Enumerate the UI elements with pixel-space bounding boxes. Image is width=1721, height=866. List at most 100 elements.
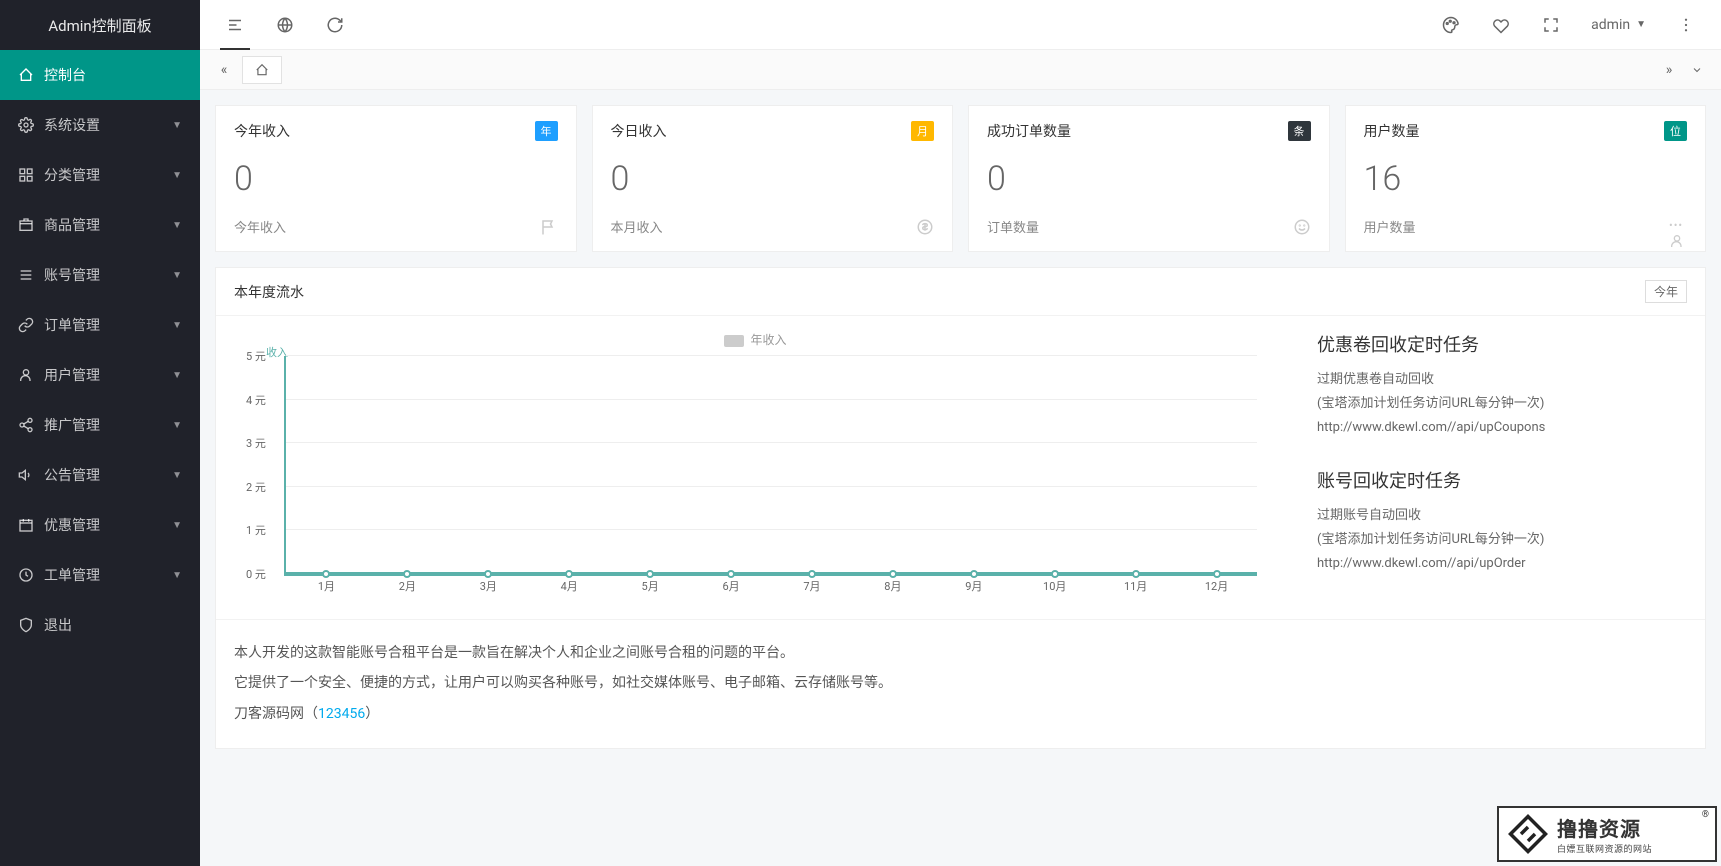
- y-tick-label: 3 元: [246, 435, 1251, 451]
- sidebar-item-coupon[interactable]: 优惠管理 ▼: [0, 500, 200, 550]
- note-button[interactable]: [1476, 0, 1526, 50]
- watermark-main: 撸撸资源: [1557, 813, 1652, 842]
- user-menu[interactable]: admin ▼: [1576, 17, 1661, 33]
- stat-card-users: 用户数量 位 16 用户数量 •••: [1345, 105, 1707, 252]
- sidebar-item-ticket[interactable]: 工单管理 ▼: [0, 550, 200, 600]
- y-tick-label: 5 元: [246, 348, 1251, 364]
- x-tick-label: 8月: [884, 578, 901, 594]
- sidebar-item-user[interactable]: 用户管理 ▼: [0, 350, 200, 400]
- x-tick-label: 10月: [1043, 578, 1066, 594]
- x-tick-label: 4月: [561, 578, 578, 594]
- dollar-icon: [916, 218, 934, 236]
- chevron-down-icon: ▼: [172, 270, 182, 281]
- fullscreen-button[interactable]: [1526, 0, 1576, 50]
- home-icon: [18, 67, 34, 83]
- menu-toggle-button[interactable]: [210, 0, 260, 50]
- sidebar-item-notice[interactable]: 公告管理 ▼: [0, 450, 200, 500]
- sidebar-item-label: 优惠管理: [44, 515, 172, 535]
- desc-line: 它提供了一个安全、便捷的方式，让用户可以购买各种账号，如社交媒体账号、电子邮箱、…: [234, 668, 1687, 699]
- topbar: admin ▼: [200, 0, 1721, 50]
- watermark: 撸撸资源 白嫖互联网资源的网站 ®: [1497, 806, 1717, 862]
- sidebar-item-account[interactable]: 账号管理 ▼: [0, 250, 200, 300]
- watermark-sub: 白嫖互联网资源的网站: [1557, 842, 1652, 855]
- sidebar-item-label: 系统设置: [44, 115, 172, 135]
- chevron-down-icon: ▼: [172, 370, 182, 381]
- x-tick-label: 5月: [642, 578, 659, 594]
- clock-icon: [18, 567, 34, 583]
- sidebar-item-logout[interactable]: 退出: [0, 600, 200, 650]
- chart-area: 年收入 收入 0 元1 元2 元3 元4 元5 元1月2月3月4月5月6月7月8…: [234, 331, 1277, 604]
- sidebar-item-category[interactable]: 分类管理 ▼: [0, 150, 200, 200]
- user-icon: [18, 367, 34, 383]
- y-tick-label: 0 元: [246, 566, 1251, 582]
- sidebar-item-label: 分类管理: [44, 165, 172, 185]
- task-url: http://www.dkewl.com//api/upOrder: [1317, 553, 1687, 575]
- data-point: [1132, 570, 1140, 578]
- data-point: [646, 570, 654, 578]
- refresh-button[interactable]: [310, 0, 360, 50]
- task-line: (宝塔添加计划任务访问URL每分钟一次): [1317, 393, 1687, 415]
- tab-prev-button[interactable]: «: [210, 56, 238, 84]
- task-line: 过期优惠卷自动回收: [1317, 369, 1687, 391]
- stat-badge: 年: [535, 121, 558, 141]
- desc-link[interactable]: 123456: [318, 706, 365, 722]
- task-line: (宝塔添加计划任务访问URL每分钟一次): [1317, 529, 1687, 551]
- sidebar-item-system[interactable]: 系统设置 ▼: [0, 100, 200, 150]
- sidebar-menu: 控制台 系统设置 ▼ 分类管理 ▼ 商品管理 ▼ 账号管理 ▼: [0, 50, 200, 866]
- task-title: 账号回收定时任务: [1317, 467, 1687, 493]
- link-icon: [18, 317, 34, 333]
- x-tick-label: 9月: [965, 578, 982, 594]
- more-button[interactable]: [1661, 0, 1711, 50]
- stat-value: 16: [1364, 159, 1688, 199]
- sidebar-item-label: 推广管理: [44, 415, 172, 435]
- calendar-icon: [18, 517, 34, 533]
- sidebar-item-product[interactable]: 商品管理 ▼: [0, 200, 200, 250]
- share-icon: [18, 417, 34, 433]
- user-name: admin: [1591, 17, 1630, 33]
- data-point: [322, 570, 330, 578]
- speaker-icon: [18, 467, 34, 483]
- chart-panel: 本年度流水 今年 年收入 收入 0 元1 元2 元3 元4 元5 元1月2月3月…: [215, 267, 1706, 749]
- x-tick-label: 7月: [803, 578, 820, 594]
- sidebar-item-label: 商品管理: [44, 215, 172, 235]
- theme-button[interactable]: [1426, 0, 1476, 50]
- stat-card-today-income: 今日收入 月 0 本月收入: [592, 105, 954, 252]
- panel-tag[interactable]: 今年: [1645, 280, 1687, 303]
- tab-dropdown-button[interactable]: [1683, 56, 1711, 84]
- grid-icon: [18, 167, 34, 183]
- data-point: [1051, 570, 1059, 578]
- sidebar: Admin控制面板 控制台 系统设置 ▼ 分类管理 ▼ 商品管理 ▼: [0, 0, 200, 866]
- chart-legend: 年收入: [234, 331, 1277, 348]
- legend-swatch: [724, 335, 744, 347]
- chevron-down-icon: ▼: [172, 320, 182, 331]
- stat-footer-label: 今年收入: [234, 217, 286, 236]
- stat-badge: 条: [1288, 121, 1311, 141]
- stat-title: 今年收入: [234, 121, 290, 141]
- chevron-down-icon: ▼: [172, 420, 182, 431]
- task-block-account: 账号回收定时任务 过期账号自动回收 (宝塔添加计划任务访问URL每分钟一次) h…: [1317, 467, 1687, 575]
- chevron-down-icon: ▼: [172, 570, 182, 581]
- chevron-down-icon: ▼: [172, 470, 182, 481]
- panel-title: 本年度流水: [234, 282, 304, 302]
- tab-next-button[interactable]: »: [1655, 56, 1683, 84]
- data-point: [1213, 570, 1221, 578]
- data-point: [403, 570, 411, 578]
- sidebar-item-dashboard[interactable]: 控制台: [0, 50, 200, 100]
- sidebar-item-label: 工单管理: [44, 565, 172, 585]
- data-point: [970, 570, 978, 578]
- sidebar-item-label: 订单管理: [44, 315, 172, 335]
- tab-home[interactable]: [242, 56, 282, 84]
- sidebar-item-order[interactable]: 订单管理 ▼: [0, 300, 200, 350]
- data-point: [484, 570, 492, 578]
- stat-title: 用户数量: [1364, 121, 1420, 141]
- stat-title: 成功订单数量: [987, 121, 1071, 141]
- sidebar-item-promotion[interactable]: 推广管理 ▼: [0, 400, 200, 450]
- desc-line: 刀客源码网（123456）: [234, 699, 1687, 730]
- globe-button[interactable]: [260, 0, 310, 50]
- stat-title: 今日收入: [611, 121, 667, 141]
- y-tick-label: 1 元: [246, 522, 1251, 538]
- data-point: [565, 570, 573, 578]
- chart-plot: 收入 0 元1 元2 元3 元4 元5 元1月2月3月4月5月6月7月8月9月1…: [284, 356, 1257, 596]
- sidebar-item-label: 退出: [44, 615, 182, 635]
- sidebar-item-label: 控制台: [44, 65, 182, 85]
